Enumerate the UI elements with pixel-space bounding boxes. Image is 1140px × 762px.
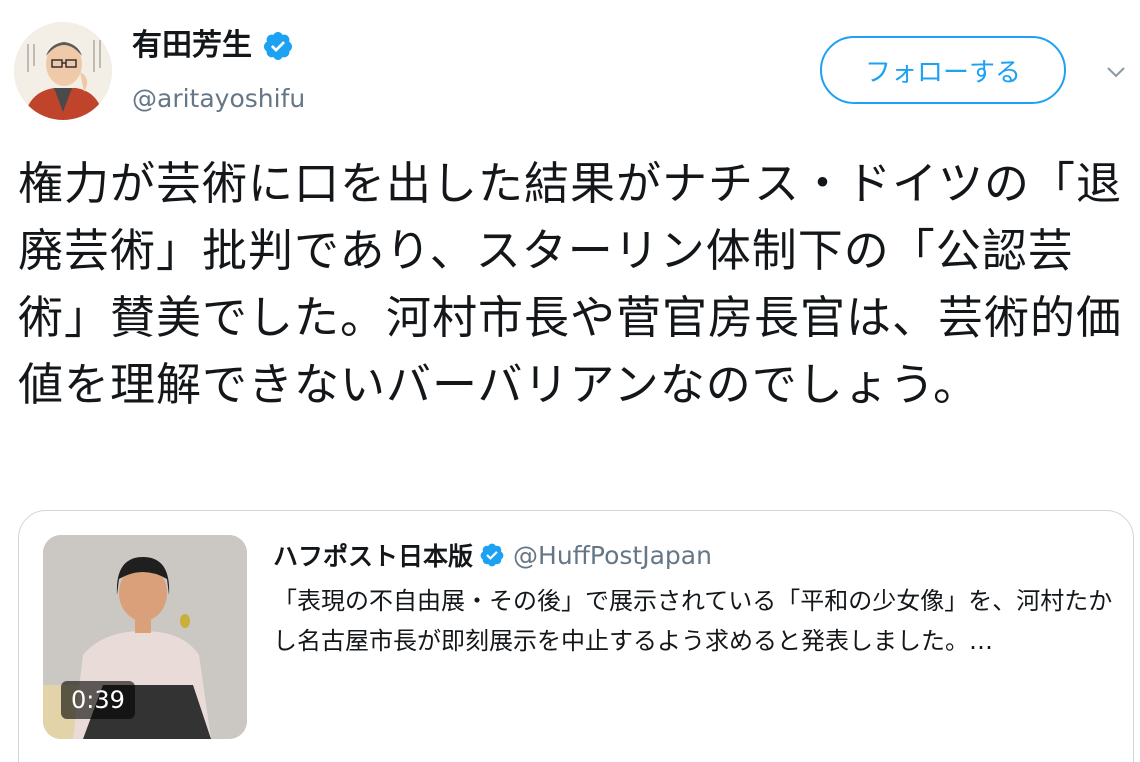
quoted-video-thumbnail[interactable]: 0:39 bbox=[43, 535, 247, 739]
follow-button[interactable]: フォローする bbox=[820, 36, 1066, 104]
verified-badge-icon bbox=[264, 32, 292, 60]
quoted-verified-badge-icon bbox=[480, 543, 504, 567]
quoted-author-name: ハフポスト日本版 bbox=[273, 542, 474, 571]
tweet-header: 有田芳生 @aritayoshifu フォローする bbox=[0, 0, 1140, 130]
quoted-author-handle: @HuffPostJapan bbox=[513, 540, 712, 570]
tweet-text: 権力が芸術に口を出した結果がナチス・ドイツの「退廃芸術」批判であり、スターリン体… bbox=[18, 157, 1123, 411]
author-avatar[interactable] bbox=[14, 22, 112, 120]
quoted-tweet-text: 「表現の不自由展・その後」で展示されている「平和の少女像」を、河村たかし名古屋市… bbox=[273, 587, 1113, 655]
author-display-name[interactable]: 有田芳生 bbox=[132, 28, 252, 64]
chevron-down-icon[interactable] bbox=[1104, 60, 1128, 84]
author-handle[interactable]: @aritayoshifu bbox=[132, 84, 305, 114]
avatar-illustration bbox=[14, 22, 112, 120]
quoted-author-row: ハフポスト日本版 @HuffPostJapan bbox=[273, 537, 712, 573]
quoted-tweet-card[interactable]: 0:39 ハフポスト日本版 @HuffPostJapan 「表現の不自由展・その… bbox=[18, 510, 1134, 762]
author-name-row: 有田芳生 bbox=[132, 28, 294, 64]
video-duration-badge: 0:39 bbox=[61, 681, 135, 719]
